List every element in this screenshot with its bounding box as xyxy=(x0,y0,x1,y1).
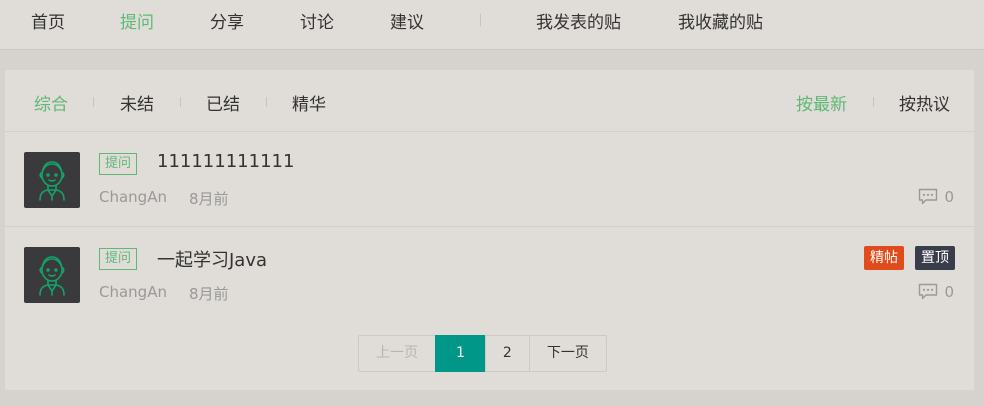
post-title[interactable]: 111111111111 xyxy=(157,151,294,172)
filter-divider xyxy=(93,97,94,107)
sort-divider xyxy=(873,97,874,107)
filter-bar: 综合 未结 已结 精华 按最新 按热议 xyxy=(5,70,974,132)
next-page-button[interactable]: 下一页 xyxy=(528,335,607,372)
nav-questions[interactable]: 提问 xyxy=(120,8,154,33)
reply-count: 0 xyxy=(918,283,954,303)
filter-all[interactable]: 综合 xyxy=(34,90,68,115)
filter-resolved[interactable]: 已结 xyxy=(206,90,240,115)
post-item: 提问 111111111111 ChangAn 8月前 0 xyxy=(5,132,974,227)
filter-divider xyxy=(180,97,181,107)
top-nav: 首页 提问 分享 讨论 建议 我发表的贴 我收藏的贴 xyxy=(0,0,984,50)
question-tag: 提问 xyxy=(99,248,138,270)
avatar[interactable] xyxy=(24,152,80,208)
post-author[interactable]: ChangAn xyxy=(99,188,167,206)
essence-badge: 精帖 xyxy=(864,246,904,270)
nav-suggest[interactable]: 建议 xyxy=(390,8,424,33)
user-avatar-icon xyxy=(39,256,65,296)
pagination: 上一页 1 2 下一页 xyxy=(358,335,607,372)
post-list-panel: 综合 未结 已结 精华 按最新 按热议 提问 111111111111 Chan… xyxy=(5,70,974,390)
nav-share[interactable]: 分享 xyxy=(210,8,244,33)
avatar[interactable] xyxy=(24,247,80,303)
post-time: 8月前 xyxy=(189,190,229,208)
filter-divider xyxy=(266,97,267,107)
post-item: 提问 一起学习Java 精帖 置顶 ChangAn 8月前 0 xyxy=(5,227,974,322)
reply-count-value: 0 xyxy=(944,188,954,206)
comment-icon xyxy=(919,283,938,300)
post-time: 8月前 xyxy=(189,285,229,303)
reply-count: 0 xyxy=(918,188,954,208)
sort-hottest[interactable]: 按热议 xyxy=(899,90,950,115)
page-1-button[interactable]: 1 xyxy=(435,335,486,372)
post-title[interactable]: 一起学习Java xyxy=(157,246,267,272)
nav-discuss[interactable]: 讨论 xyxy=(300,8,334,33)
post-author[interactable]: ChangAn xyxy=(99,283,167,301)
page-2-button[interactable]: 2 xyxy=(484,335,530,372)
nav-home[interactable]: 首页 xyxy=(31,8,65,33)
sort-newest[interactable]: 按最新 xyxy=(796,90,847,115)
nav-my-favorites[interactable]: 我收藏的贴 xyxy=(678,8,763,33)
user-avatar-icon xyxy=(39,161,65,201)
filter-unresolved[interactable]: 未结 xyxy=(120,90,154,115)
question-tag: 提问 xyxy=(99,153,138,175)
nav-divider xyxy=(480,14,481,26)
comment-icon xyxy=(919,188,938,205)
prev-page-button[interactable]: 上一页 xyxy=(358,335,436,372)
nav-my-posts[interactable]: 我发表的贴 xyxy=(536,8,621,33)
pinned-badge: 置顶 xyxy=(915,246,955,270)
reply-count-value: 0 xyxy=(944,283,954,301)
filter-essence[interactable]: 精华 xyxy=(292,90,326,115)
